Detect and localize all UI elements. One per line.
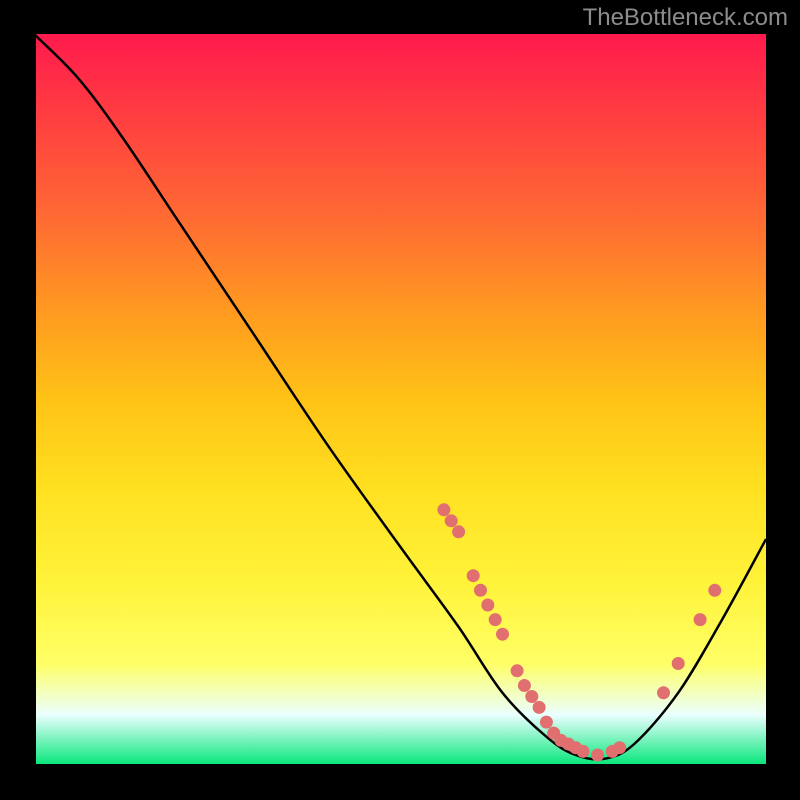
data-point (445, 514, 458, 527)
data-point (533, 701, 546, 714)
data-point (518, 679, 531, 692)
data-point (437, 503, 450, 516)
data-point (613, 741, 626, 754)
x-axis (34, 764, 766, 766)
data-point (657, 686, 670, 699)
data-point (694, 613, 707, 626)
chart-svg (34, 34, 766, 766)
plot-area (34, 34, 766, 766)
data-point (540, 716, 553, 729)
watermark-text: TheBottleneck.com (583, 4, 788, 32)
data-point (496, 628, 509, 641)
data-point (525, 690, 538, 703)
data-point (672, 657, 685, 670)
data-point (708, 584, 721, 597)
data-point (591, 749, 604, 762)
chart-container: TheBottleneck.com (0, 0, 800, 800)
data-point (474, 584, 487, 597)
data-point (511, 664, 524, 677)
data-point (467, 569, 480, 582)
bottleneck-curve (34, 34, 766, 759)
data-point (577, 745, 590, 758)
data-point (489, 613, 502, 626)
data-point (481, 599, 494, 612)
data-point (452, 525, 465, 538)
data-markers (437, 503, 721, 761)
y-axis (34, 34, 36, 766)
